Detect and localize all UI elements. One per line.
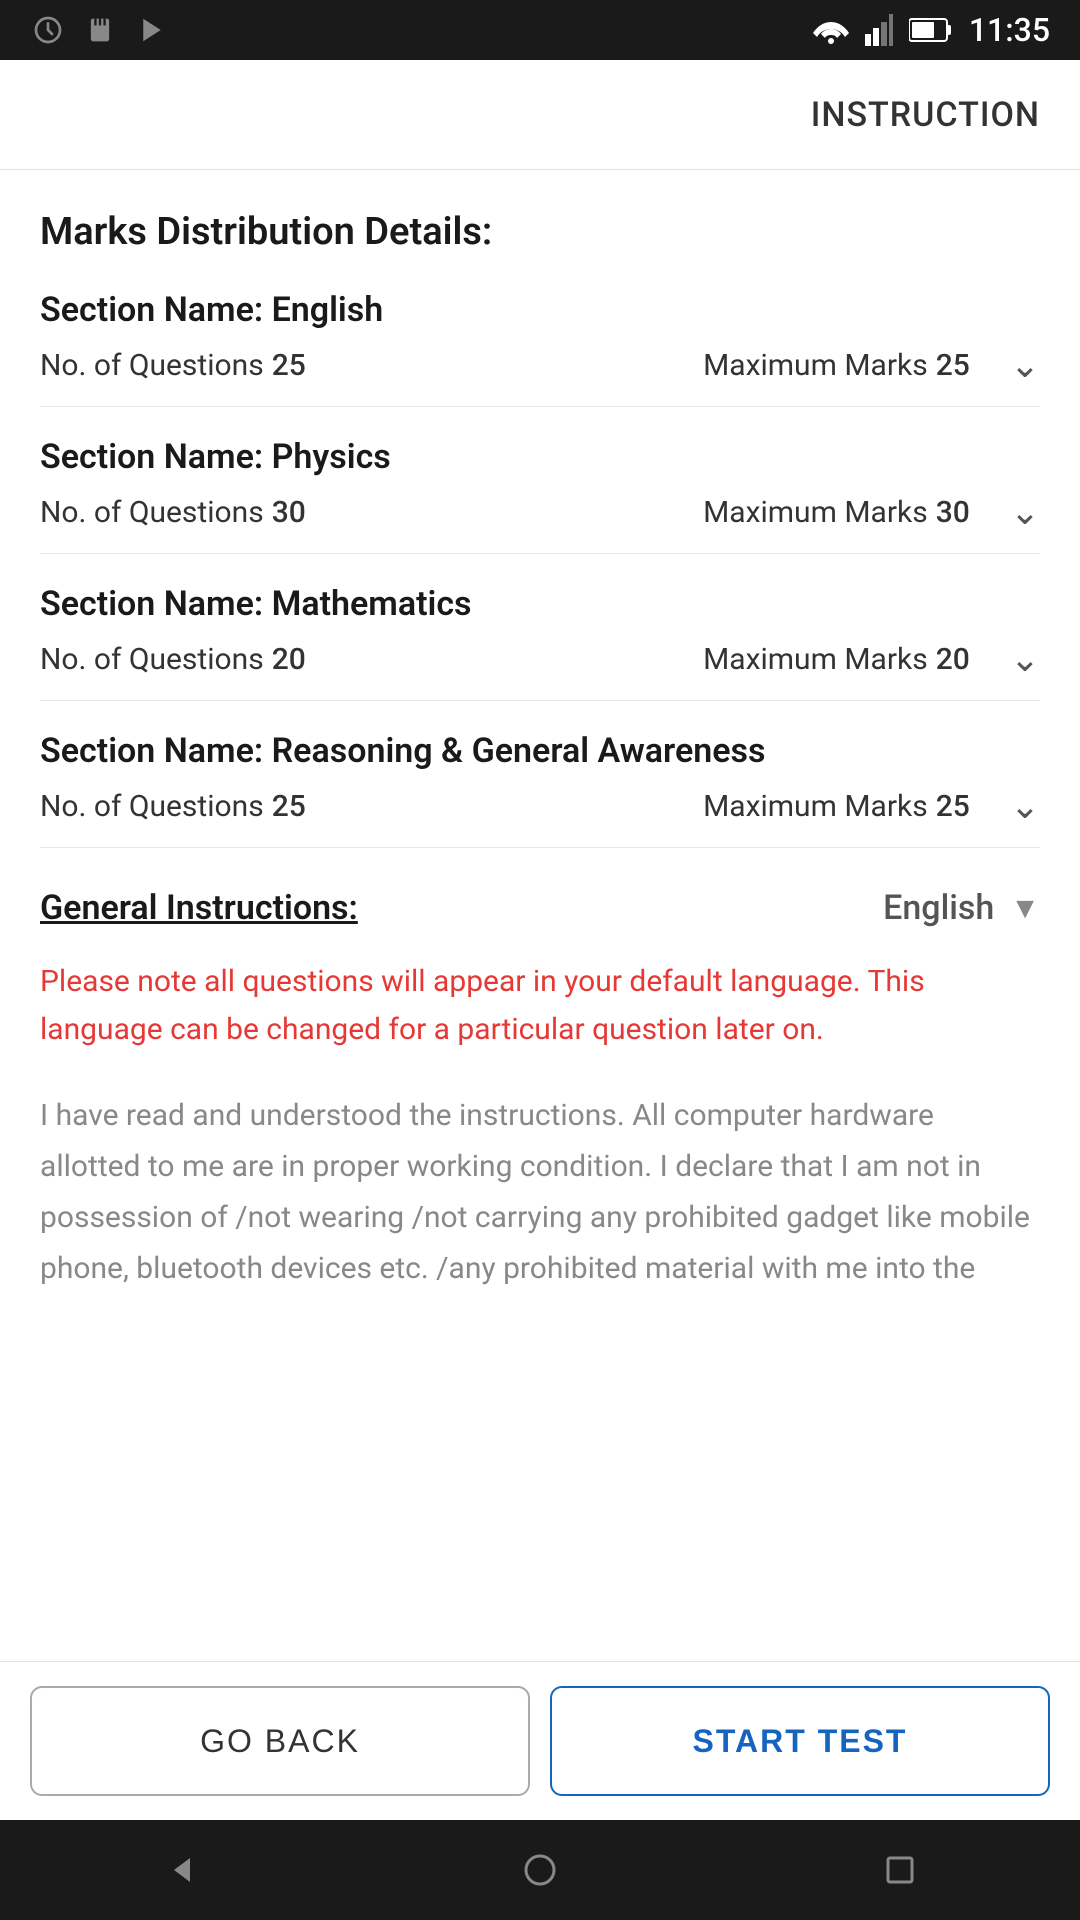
- language-dropdown-icon: ▼: [1010, 891, 1040, 926]
- english-expand-icon[interactable]: ⌄: [1010, 344, 1040, 386]
- english-marks: Maximum Marks 25: [703, 348, 970, 383]
- general-instructions-label: General Instructions:: [40, 888, 358, 928]
- signal-icon: [865, 14, 893, 46]
- status-bar: 11:35: [0, 0, 1080, 60]
- notice-text: Please note all questions will appear in…: [40, 958, 1040, 1054]
- android-nav-bar: [0, 1820, 1080, 1920]
- section-name-mathematics: Section Name: Mathematics: [40, 584, 1040, 624]
- marks-section-physics: Section Name: Physics No. of Questions 3…: [40, 437, 1040, 554]
- status-icons-right: 11:35: [813, 11, 1050, 49]
- status-icons-left: [30, 12, 170, 48]
- home-nav-button[interactable]: [510, 1840, 570, 1900]
- main-content: Marks Distribution Details: Section Name…: [0, 170, 1080, 1661]
- page-title: INSTRUCTION: [811, 95, 1040, 135]
- marks-section-english: Section Name: English No. of Questions 2…: [40, 290, 1040, 407]
- go-back-button[interactable]: GO BACK: [30, 1686, 530, 1796]
- mathematics-marks: Maximum Marks 20: [703, 642, 970, 677]
- play-store-icon: [134, 12, 170, 48]
- battery-icon: [909, 16, 953, 44]
- section-name-physics: Section Name: Physics: [40, 437, 1040, 477]
- section-name-english: Section Name: English: [40, 290, 1040, 330]
- marks-section-reasoning: Section Name: Reasoning & General Awaren…: [40, 731, 1040, 848]
- physics-marks: Maximum Marks 30: [703, 495, 970, 530]
- reasoning-questions: No. of Questions 25: [40, 789, 306, 824]
- declaration-text: I have read and understood the instructi…: [40, 1090, 1040, 1294]
- marks-distribution-title: Marks Distribution Details:: [40, 210, 1040, 254]
- start-test-button[interactable]: START TEST: [550, 1686, 1050, 1796]
- sd-card-icon: [82, 12, 118, 48]
- english-questions: No. of Questions 25: [40, 348, 306, 383]
- bottom-nav: GO BACK START TEST: [0, 1661, 1080, 1820]
- general-instructions-row: General Instructions: English ▼: [40, 888, 1040, 928]
- marks-section-mathematics: Section Name: Mathematics No. of Questio…: [40, 584, 1040, 701]
- mathematics-questions: No. of Questions 20: [40, 642, 306, 677]
- mathematics-expand-icon[interactable]: ⌄: [1010, 638, 1040, 680]
- language-selector[interactable]: English ▼: [883, 888, 1040, 928]
- reasoning-expand-icon[interactable]: ⌄: [1010, 785, 1040, 827]
- physics-questions: No. of Questions 30: [40, 495, 306, 530]
- physics-expand-icon[interactable]: ⌄: [1010, 491, 1040, 533]
- status-time: 11:35: [969, 11, 1050, 49]
- wifi-icon: [813, 16, 849, 44]
- back-nav-button[interactable]: [150, 1840, 210, 1900]
- language-text: English: [883, 888, 994, 928]
- reasoning-marks: Maximum Marks 25: [703, 789, 970, 824]
- header: INSTRUCTION: [0, 60, 1080, 170]
- recents-nav-button[interactable]: [870, 1840, 930, 1900]
- section-name-reasoning: Section Name: Reasoning & General Awaren…: [40, 731, 1040, 771]
- alarm-icon: [30, 12, 66, 48]
